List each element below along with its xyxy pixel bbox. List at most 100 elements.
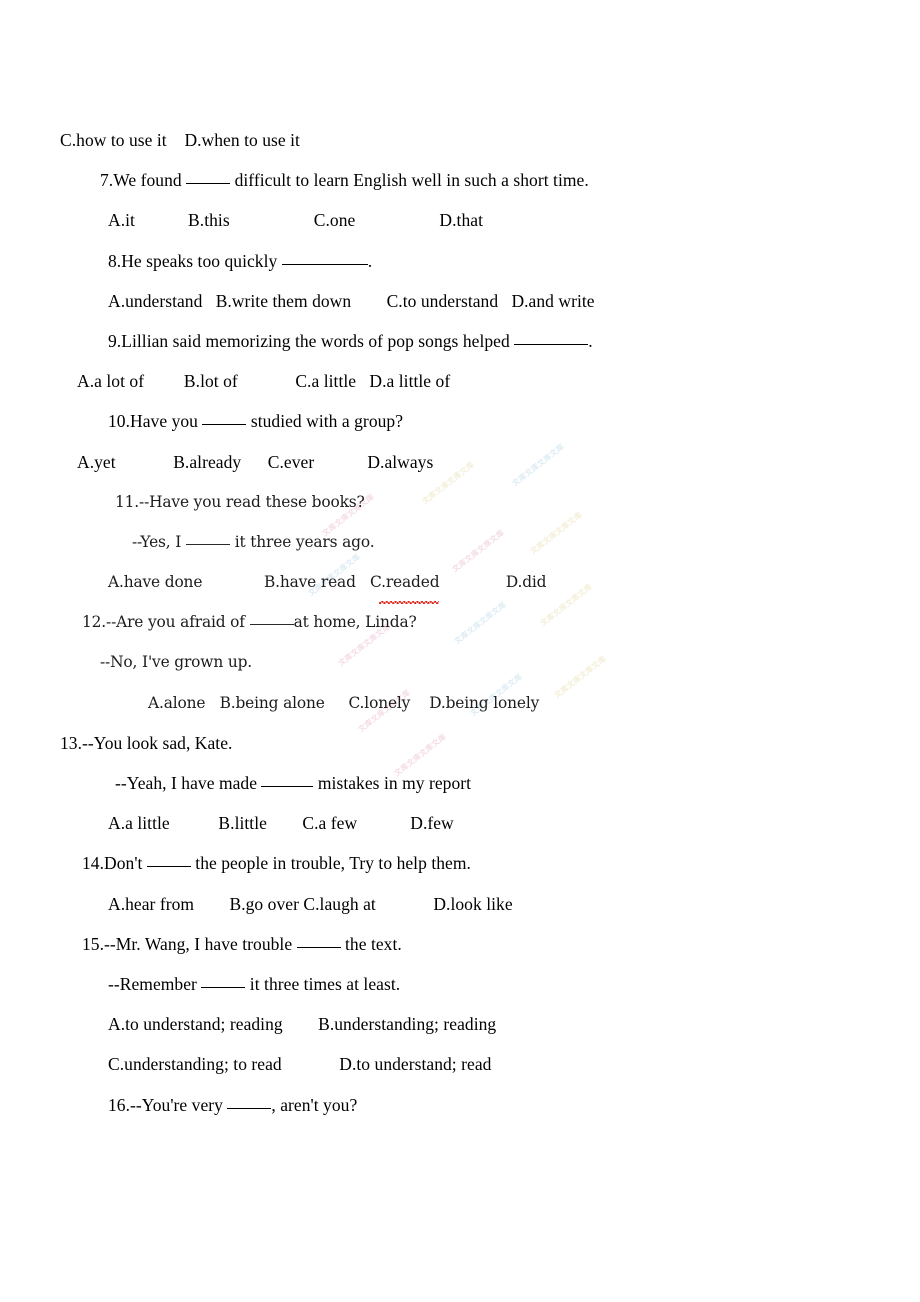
question-12-reply: --No, I've grown up.: [60, 642, 860, 682]
option-c-label: C.how to use it: [60, 130, 167, 150]
question-11-blank[interactable]: [185, 531, 230, 545]
option-d-label: D.few: [410, 813, 454, 834]
question-7-stem: 7.We found difficult to learn English we…: [60, 160, 860, 200]
question-12-reply-text: --No, I've grown up.: [100, 653, 253, 672]
option-d-label: D.a little of: [369, 371, 451, 392]
question-6-options-cd: C.how to use it D.when to use it: [60, 120, 860, 160]
question-11-reply-post: it three years ago.: [229, 532, 375, 551]
option-c-word: readed: [385, 573, 440, 592]
question-8-blank[interactable]: [281, 249, 368, 265]
question-7-stem-pre: 7.We found: [100, 170, 187, 191]
question-16-stem-pre: 16.--You're very: [108, 1094, 228, 1115]
question-8-stem-post: .: [367, 250, 373, 271]
worksheet-text-body: C.how to use it D.when to use it 7.We fo…: [60, 120, 860, 1125]
option-d-label: D.to understand; read: [339, 1054, 492, 1075]
question-14-options: A.hear from B.go over C.laugh at D.look …: [60, 884, 860, 924]
question-15-options-cd: C.understanding; to read D.to understand…: [60, 1044, 860, 1084]
question-13-reply: --Yeah, I have made mistakes in my repor…: [60, 763, 860, 803]
question-11-options: A.have done B.have read C.readed D.did: [60, 562, 860, 605]
option-a-label: A.to understand; reading: [108, 1014, 283, 1035]
option-b-label: B.little: [218, 813, 267, 834]
question-9-options: A.a lot of B.lot of C.a little D.a littl…: [60, 361, 860, 401]
question-10-stem-post: studied with a group?: [246, 411, 404, 432]
question-10-stem-pre: 10.Have you: [108, 411, 203, 432]
question-8-options: A.understand B.write them down C.to unde…: [60, 281, 860, 321]
question-16-stem-post: , aren't you?: [271, 1094, 358, 1115]
option-a-label: A.it: [108, 210, 135, 231]
option-b-label: B.being alone: [219, 693, 325, 712]
question-15-stem: 15.--Mr. Wang, I have trouble the text.: [60, 924, 860, 964]
question-12-stem-post: at home, Linda?: [293, 613, 417, 632]
question-16-blank[interactable]: [227, 1093, 272, 1109]
option-d-label: D.and write: [511, 290, 595, 311]
question-10-blank[interactable]: [202, 410, 247, 426]
option-c-label: C.laugh at: [303, 893, 376, 914]
option-a-label: A.yet: [77, 451, 116, 472]
question-11-reply-pre: --Yes, I: [132, 532, 186, 551]
question-7-stem-post: difficult to learn English well in such …: [230, 170, 589, 191]
question-11-reply: --Yes, I it three years ago.: [60, 522, 860, 562]
question-9-blank[interactable]: [514, 330, 589, 345]
option-c-label: C.ever: [267, 451, 315, 472]
question-12-blank[interactable]: [249, 612, 294, 626]
question-11-stem-text: 11.--Have you read these books?: [115, 492, 365, 511]
question-9-stem: 9.Lillian said memorizing the words of p…: [60, 321, 860, 361]
option-a-label: A.alone: [148, 693, 206, 712]
option-c-label: C.to understand: [386, 290, 499, 311]
option-d-label: D.look like: [433, 893, 513, 914]
option-b-label: B.go over: [229, 893, 299, 914]
question-8-stem-pre: 8.He speaks too quickly: [108, 250, 282, 271]
question-13-blank[interactable]: [261, 772, 314, 787]
question-12-stem: 12.--Are you afraid of at home, Linda?: [60, 602, 860, 642]
question-16-stem: 16.--You're very , aren't you?: [60, 1085, 860, 1125]
option-a-label: A.hear from: [108, 893, 195, 914]
option-c-prefix: C.: [370, 573, 386, 592]
option-b-label: B.have read: [263, 573, 356, 592]
question-13-options: A.a little B.little C.a few D.few: [60, 803, 860, 843]
question-10-stem: 10.Have you studied with a group?: [60, 401, 860, 441]
option-b-label: B.this: [188, 210, 230, 231]
option-b-label: B.understanding; reading: [318, 1014, 497, 1035]
option-a-label: A.have done: [108, 573, 203, 592]
option-a-label: A.understand: [108, 290, 203, 311]
option-b-label: B.write them down: [215, 290, 352, 311]
option-d-label: D.did: [505, 573, 547, 592]
option-c-label: C.understanding; to read: [108, 1054, 282, 1075]
question-15-reply-pre: --Remember: [108, 973, 202, 994]
question-14-stem-pre: 14.Don't: [82, 853, 147, 874]
option-a-label: A.a lot of: [77, 371, 145, 392]
question-11-stem: 11.--Have you read these books?: [60, 482, 860, 522]
option-d-label: D.when to use it: [184, 130, 300, 150]
question-14-blank[interactable]: [146, 852, 191, 868]
question-9-stem-post: .: [588, 330, 593, 351]
option-d-label: D.that: [439, 210, 483, 231]
question-13-reply-post: mistakes in my report: [313, 773, 472, 793]
question-13-stem: 13.--You look sad, Kate.: [60, 723, 860, 763]
option-d-label: D.being lonely: [429, 693, 540, 712]
question-15-blank-2[interactable]: [201, 973, 246, 988]
question-7-options: A.it B.this C.one D.that: [60, 200, 860, 240]
question-15-options-ab: A.to understand; reading B.understanding…: [60, 1004, 860, 1044]
option-b-label: B.already: [173, 451, 242, 472]
question-15-blank-1[interactable]: [296, 932, 341, 948]
option-c-label: C.lonely: [348, 693, 411, 712]
option-c-label: C.one: [313, 210, 356, 231]
option-b-label: B.lot of: [183, 371, 238, 392]
option-c-misspelled: C.readed: [370, 562, 440, 605]
question-15-reply: --Remember it three times at least.: [60, 964, 860, 1004]
document-page: 文库文库文库文库 文库文库文库文库 文库文库文库文库 文库文库文库文库 文库文库…: [0, 0, 920, 1302]
question-13-reply-pre: --Yeah, I have made: [115, 773, 262, 793]
question-12-stem-pre: 12.--Are you afraid of: [82, 613, 250, 632]
question-15-stem-pre: 15.--Mr. Wang, I have trouble: [82, 933, 297, 954]
question-14-stem-post: the people in trouble, Try to help them.: [190, 853, 471, 874]
question-14-stem: 14.Don't the people in trouble, Try to h…: [60, 843, 860, 883]
question-12-options: A.alone B.being alone C.lonely D.being l…: [60, 683, 860, 723]
option-d-label: D.always: [367, 451, 434, 472]
question-15-stem-post: the text.: [340, 933, 402, 954]
question-13-stem-text: 13.--You look sad, Kate.: [60, 732, 233, 753]
option-c-label: C.a few: [302, 813, 358, 834]
question-7-blank[interactable]: [186, 169, 231, 185]
option-a-label: A.a little: [108, 813, 170, 834]
option-c-label: C.a little: [295, 371, 357, 392]
question-15-reply-post: it three times at least.: [245, 973, 401, 994]
